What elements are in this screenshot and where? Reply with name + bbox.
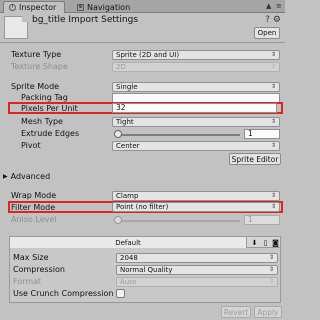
header-divider xyxy=(0,42,285,43)
texture-type-label: Texture Type xyxy=(11,50,62,59)
panel-lock-icon[interactable]: ▲ xyxy=(266,2,271,10)
apply-button[interactable]: Apply xyxy=(254,306,282,318)
extrude-edges-input[interactable]: 1 xyxy=(244,129,280,139)
texture-file-icon xyxy=(4,16,28,39)
pivot-dropdown[interactable]: Center xyxy=(112,141,280,151)
format-dropdown: Auto xyxy=(116,277,278,287)
crunch-compression-checkbox[interactable] xyxy=(116,289,125,298)
settings-gear-icon[interactable]: ⚙ xyxy=(273,15,281,25)
aniso-level-slider-track xyxy=(116,220,240,222)
foldout-arrow-icon: ▶ xyxy=(3,173,8,180)
pivot-label: Pivot xyxy=(21,141,41,150)
extrude-edges-label: Extrude Edges xyxy=(21,129,80,138)
tab-inspector[interactable]: i Inspector xyxy=(3,1,65,13)
compression-dropdown[interactable]: Normal Quality xyxy=(116,265,278,275)
mesh-type-dropdown[interactable]: Tight xyxy=(112,117,280,127)
max-size-label: Max Size xyxy=(13,253,49,262)
compression-label: Compression xyxy=(13,265,65,274)
info-icon: i xyxy=(9,4,16,11)
header-icons: ? ⚙ xyxy=(265,15,281,25)
download-icon[interactable]: ⬇ xyxy=(249,237,260,248)
android-icon[interactable]: ◙ xyxy=(270,237,281,248)
filter-mode-dropdown[interactable]: Point (no filter) xyxy=(112,202,280,212)
tab-inspector-label: Inspector xyxy=(19,3,57,12)
max-size-dropdown[interactable]: 2048 xyxy=(116,253,278,263)
wrap-mode-label: Wrap Mode xyxy=(11,191,57,200)
mesh-type-label: Mesh Type xyxy=(21,117,63,126)
pixels-per-unit-input[interactable]: 32 xyxy=(112,103,277,113)
open-button[interactable]: Open xyxy=(254,27,280,39)
sprite-mode-label: Sprite Mode xyxy=(11,82,60,91)
aniso-level-slider-thumb xyxy=(114,216,122,224)
advanced-label: Advanced xyxy=(10,172,51,181)
format-label: Format xyxy=(13,277,42,286)
pixels-per-unit-label: Pixels Per Unit xyxy=(21,104,78,113)
aniso-level-label: Aniso Level xyxy=(11,215,57,224)
extrude-edges-slider-track[interactable] xyxy=(116,134,240,136)
help-icon[interactable]: ? xyxy=(265,15,270,25)
texture-type-dropdown[interactable]: Sprite (2D and UI) xyxy=(112,50,280,60)
tab-navigation[interactable]: ⊕ Navigation xyxy=(72,1,142,13)
revert-button[interactable]: Revert xyxy=(221,306,251,318)
wrap-mode-dropdown[interactable]: Clamp xyxy=(112,191,280,201)
filter-mode-label: Filter Mode xyxy=(11,203,56,212)
aniso-level-input: 1 xyxy=(244,215,280,225)
texture-shape-label: Texture Shape xyxy=(11,62,68,71)
import-settings-title: bg_title Import Settings xyxy=(32,15,139,25)
panel-menu-icon[interactable]: ≡ xyxy=(276,2,282,10)
texture-shape-dropdown: 2D xyxy=(112,62,280,72)
sprite-mode-dropdown[interactable]: Single xyxy=(112,82,280,92)
platform-tab-default[interactable]: Default xyxy=(10,237,247,248)
extrude-edges-slider-thumb[interactable] xyxy=(114,130,122,138)
tab-navigation-label: Navigation xyxy=(87,2,131,12)
crunch-compression-label: Use Crunch Compression xyxy=(13,289,114,298)
sprite-editor-button[interactable]: Sprite Editor xyxy=(229,153,281,165)
navigation-icon: ⊕ xyxy=(77,3,84,11)
advanced-foldout[interactable]: ▶ Advanced xyxy=(3,172,50,181)
